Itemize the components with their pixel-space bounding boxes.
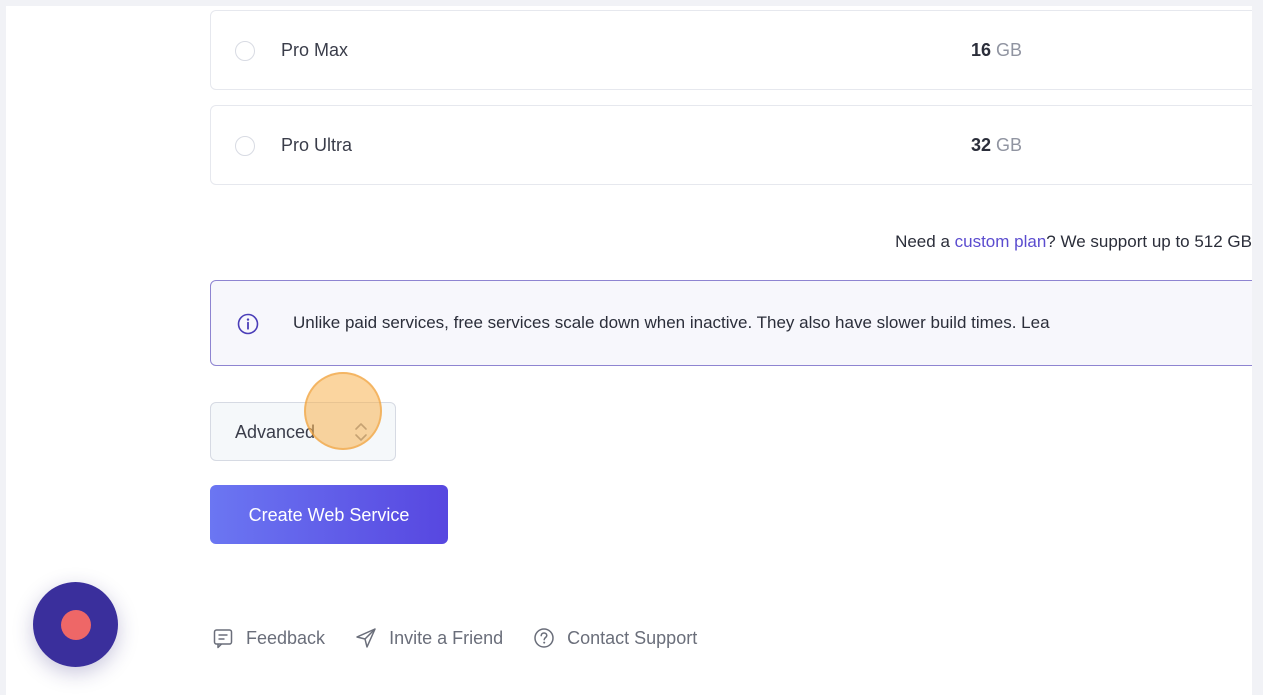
plan-name: Pro Max [281,40,349,60]
free-tier-info-banner: Unlike paid services, free services scal… [210,280,1252,366]
plan-option-pro-max[interactable]: Pro Max 16 GB [210,10,1252,90]
plan-ram: 32 GB [971,135,1022,156]
record-fab-button[interactable] [33,582,118,667]
page-content: Pro Max 16 GB Pro Ultra 32 GB Need a cus… [6,6,1252,695]
advanced-label: Advanced [235,422,316,442]
screen: Pro Max 16 GB Pro Ultra 32 GB Need a cus… [0,0,1263,695]
custom-plan-link[interactable]: custom plan [955,232,1047,251]
custom-plan-note: Need a custom plan? We support up to 512… [895,232,1252,252]
plan-option-pro-ultra[interactable]: Pro Ultra 32 GB [210,105,1252,185]
feedback-icon [213,629,233,649]
plan-ram-value: 32 [971,135,992,155]
footer-links: Feedback Invite a Friend Contact Support [212,626,727,650]
plan-radio[interactable] [235,41,255,61]
info-icon [237,313,259,335]
custom-plan-prefix: Need a [895,232,955,251]
invite-friend-label: Invite a Friend [389,627,504,648]
send-icon [356,628,376,648]
plan-ram-unit: GB [996,40,1023,60]
feedback-link[interactable]: Feedback [212,627,325,649]
plan-ram-value: 16 [971,40,992,60]
contact-support-label: Contact Support [567,627,698,648]
feedback-label: Feedback [246,627,326,648]
plan-ram: 16 GB [971,40,1022,61]
contact-support-link[interactable]: Contact Support [533,627,697,649]
create-web-service-button[interactable]: Create Web Service [210,485,448,544]
record-dot-icon [61,610,91,640]
custom-plan-suffix: ? We support up to 512 GB [1046,232,1252,251]
plan-name: Pro Ultra [281,135,353,155]
info-text: Unlike paid services, free services scal… [293,313,1050,332]
click-indicator [304,372,382,450]
invite-friend-link[interactable]: Invite a Friend [355,627,503,649]
plan-radio[interactable] [235,136,255,156]
plan-ram-unit: GB [996,135,1023,155]
help-icon [534,628,554,648]
